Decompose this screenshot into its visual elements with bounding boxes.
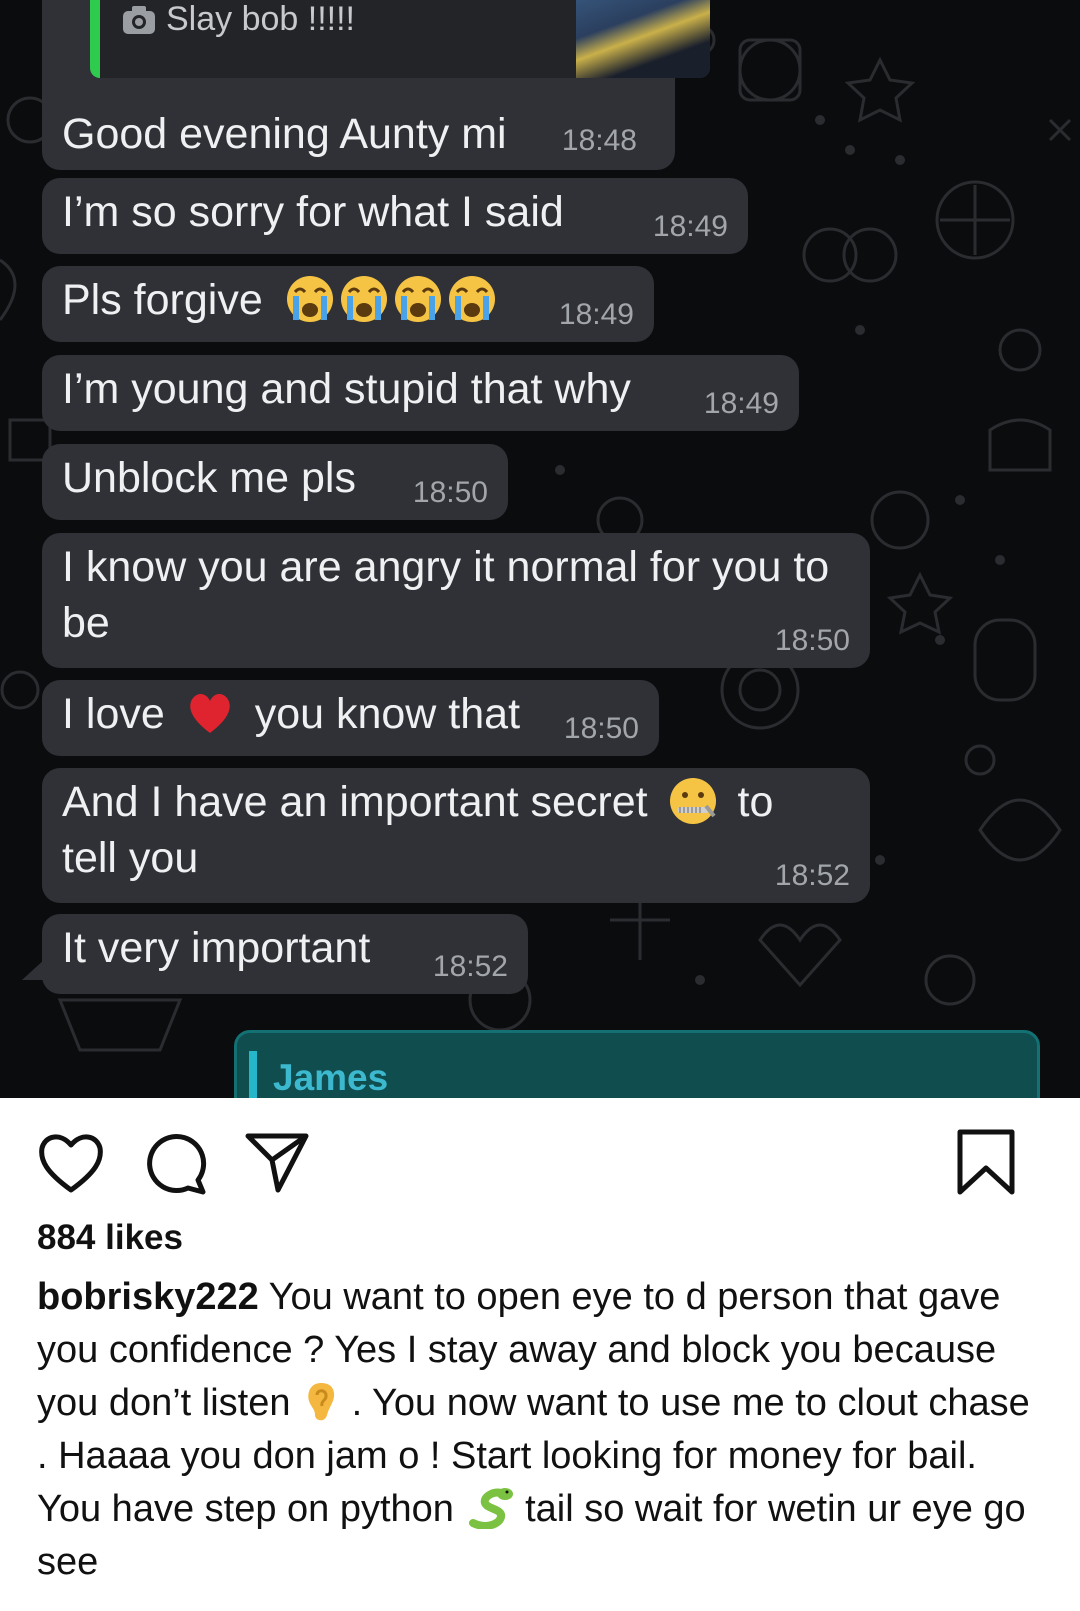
camera-icon	[123, 5, 155, 34]
crying-face-icon	[286, 276, 333, 322]
message-bubble[interactable]: And I have an important secret to tell y…	[42, 768, 870, 903]
quoted-preview[interactable]: Slay bob !!!!!	[90, 0, 710, 78]
quoted-caption: Slay bob !!!!!	[166, 0, 355, 38]
message-text: I’m so sorry for what I said	[62, 188, 564, 236]
quoted-photo-thumbnail[interactable]	[576, 0, 710, 78]
message-text-after: you know that	[254, 690, 521, 738]
message-time: 18:50	[563, 712, 639, 745]
message-time: 18:48	[561, 124, 637, 157]
message-text: It very important	[62, 924, 371, 972]
message-time: 18:49	[652, 210, 728, 243]
comment-icon[interactable]	[140, 1128, 210, 1198]
ear-icon	[308, 1383, 335, 1421]
message-text: I know you are angry it normal for you t…	[62, 543, 830, 647]
zipper-mouth-face-icon	[669, 778, 716, 824]
message-bubble[interactable]: I’m so sorry for what I said 18:49	[42, 178, 748, 254]
post-action-bar	[36, 1128, 1046, 1198]
message-bubble[interactable]: Good evening Aunty mi 18:48	[42, 100, 657, 168]
message-time: 18:50	[412, 476, 488, 509]
message-bubble[interactable]: It very important 18:52	[22, 914, 528, 994]
message-time: 18:52	[432, 950, 508, 983]
post-caption: bobrisky222 You want to open eye to d pe…	[37, 1271, 1047, 1589]
message-text-before: And I have an important secret	[62, 778, 648, 826]
message-text: I’m young and stupid that why	[62, 365, 631, 413]
message-time: 18:50	[774, 624, 850, 657]
chat-screenshot: Slay bob !!!!! Good evening Aunty mi 18:…	[0, 0, 1080, 1098]
share-icon[interactable]	[242, 1128, 312, 1198]
quote-accent-bar	[90, 0, 100, 78]
heart-icon[interactable]	[36, 1128, 106, 1198]
message-text: Unblock me pls	[62, 454, 356, 502]
message-bubble[interactable]: I know you are angry it normal for you t…	[42, 533, 870, 668]
quoted-text: Slay bob !!!!!	[122, 0, 355, 39]
likes-count[interactable]: 884 likes	[37, 1218, 183, 1258]
red-heart-icon	[189, 694, 230, 733]
message-text: Good evening Aunty mi	[62, 110, 507, 158]
caption-username[interactable]: bobrisky222	[37, 1276, 259, 1318]
message-text-before: I love	[62, 690, 165, 738]
outgoing-reply-bubble[interactable]: James	[234, 1030, 1040, 1098]
instagram-post-footer: 884 likes bobrisky222 You want to open e…	[0, 1098, 1080, 1611]
crying-face-emoji-group	[283, 276, 499, 324]
crying-face-icon	[448, 276, 495, 322]
message-time: 18:52	[774, 859, 850, 892]
message-text: Pls forgive	[62, 276, 263, 324]
crying-face-icon	[340, 276, 387, 322]
crying-face-icon	[394, 276, 441, 322]
snake-icon	[468, 1488, 513, 1529]
message-bubble[interactable]: Pls forgive 18:49	[42, 266, 654, 342]
message-bubble[interactable]: I love you know that 18:50	[42, 680, 659, 756]
reply-accent-bar	[249, 1051, 257, 1098]
message-time: 18:49	[558, 298, 634, 331]
message-bubble[interactable]: I’m young and stupid that why 18:49	[42, 355, 799, 431]
reply-sender-name: James	[273, 1057, 389, 1098]
message-time: 18:49	[703, 387, 779, 420]
message-bubble[interactable]: Unblock me pls 18:50	[42, 444, 508, 520]
bookmark-icon[interactable]	[956, 1128, 1016, 1198]
